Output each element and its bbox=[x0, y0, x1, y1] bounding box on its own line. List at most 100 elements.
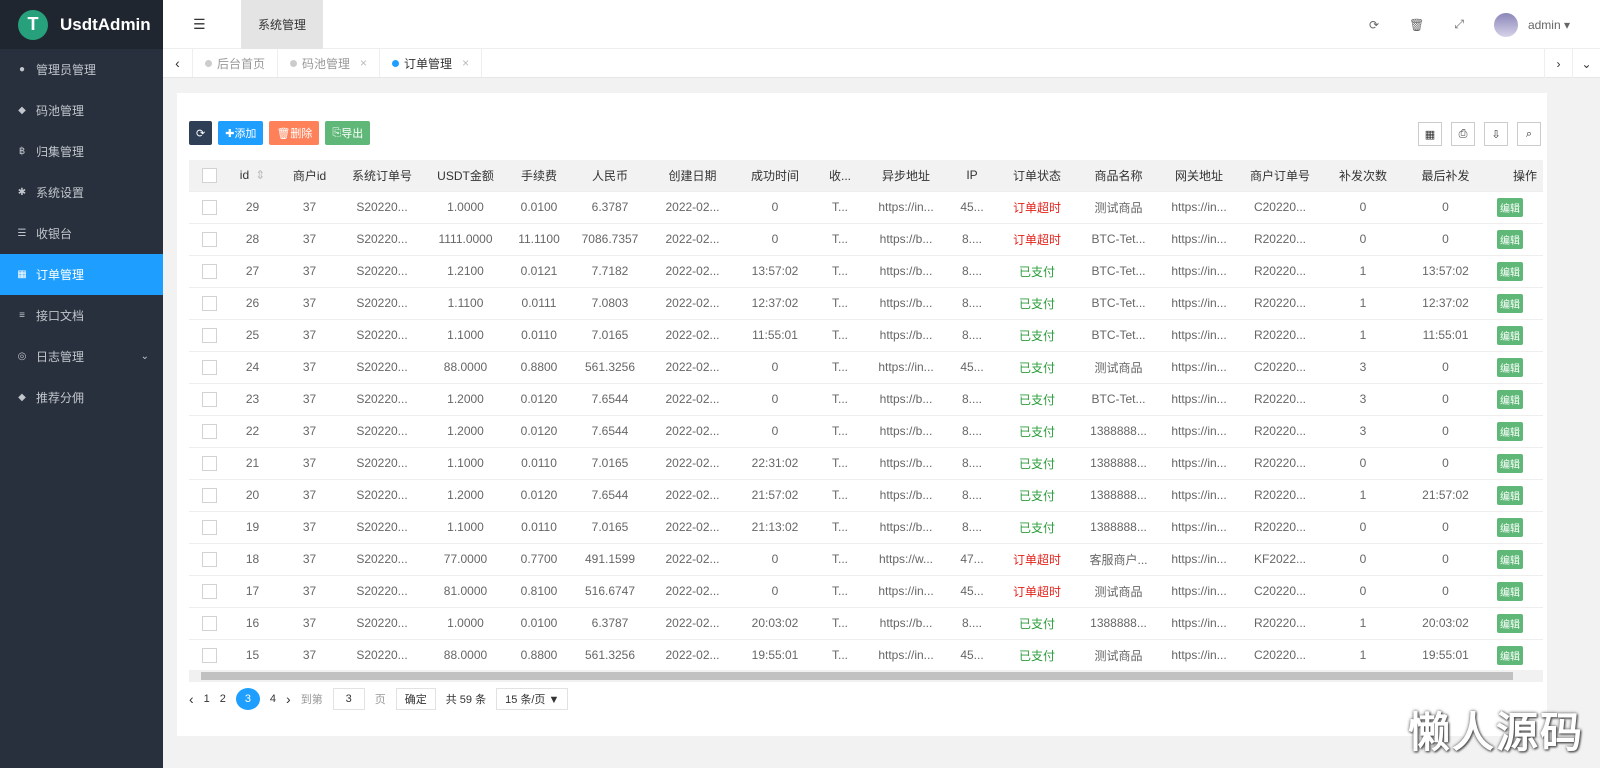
column-header[interactable]: 成功时间 bbox=[733, 160, 817, 191]
sidebar-item-2[interactable]: ฿ 归集管理 bbox=[0, 131, 163, 172]
sidebar-item-8[interactable]: ◆ 推荐分佣 bbox=[0, 377, 163, 418]
table-row[interactable]: 18 37 S20220... 77.0000 0.7700 491.1599 2022-0… bbox=[189, 542, 1543, 575]
refresh-button[interactable]: ⟳ bbox=[189, 121, 213, 145]
row-checkbox[interactable] bbox=[189, 510, 229, 543]
menu-toggle-icon[interactable]: ☰ bbox=[193, 16, 206, 33]
table-row[interactable]: 20 37 S20220... 1.2000 0.0120 7.6544 2022-02..… bbox=[189, 478, 1543, 511]
trash-icon[interactable]: 🗑 bbox=[1409, 18, 1424, 32]
row-checkbox[interactable] bbox=[189, 414, 229, 447]
column-header[interactable]: 商户订单号 bbox=[1240, 160, 1320, 191]
column-header[interactable]: 手续费 bbox=[510, 160, 568, 191]
sidebar-item-7[interactable]: ◎ 日志管理 ⌄ bbox=[0, 336, 163, 377]
row-checkbox[interactable] bbox=[189, 382, 229, 415]
edit-button[interactable]: 编辑 bbox=[1497, 357, 1523, 377]
search-icon[interactable]: ⌕ bbox=[1517, 122, 1541, 146]
tab-1[interactable]: 码池管理 × bbox=[278, 49, 381, 77]
tabs-prev-button[interactable]: ‹ bbox=[163, 49, 193, 77]
column-header[interactable]: 最后补发 bbox=[1406, 160, 1485, 191]
delete-button[interactable]: 🗑 删除 bbox=[269, 121, 320, 145]
edit-button[interactable]: 编辑 bbox=[1497, 293, 1523, 313]
close-icon[interactable]: × bbox=[360, 56, 367, 70]
select-all-checkbox[interactable] bbox=[189, 160, 229, 191]
tabs-menu-button[interactable]: ⌄ bbox=[1572, 49, 1600, 78]
edit-button[interactable]: 编辑 bbox=[1497, 517, 1523, 537]
sidebar-item-0[interactable]: ● 管理员管理 bbox=[0, 49, 163, 90]
user-menu[interactable]: admin ▾ bbox=[1528, 18, 1570, 32]
row-checkbox[interactable] bbox=[189, 446, 229, 479]
column-header[interactable]: 收... bbox=[817, 160, 863, 191]
refresh-icon[interactable]: ⟳ bbox=[1369, 18, 1379, 32]
confirm-button[interactable]: 确定 bbox=[395, 688, 436, 710]
print-icon[interactable]: ⎙ bbox=[1451, 122, 1475, 146]
columns-icon[interactable]: ▦ bbox=[1418, 122, 1442, 146]
add-button[interactable]: ✚ 添加 bbox=[218, 121, 264, 145]
row-checkbox[interactable] bbox=[189, 350, 229, 383]
export-button[interactable]: ⎘ 导出 bbox=[325, 121, 371, 145]
edit-button[interactable]: 编辑 bbox=[1497, 389, 1523, 409]
row-checkbox[interactable] bbox=[189, 222, 229, 255]
sidebar-item-5[interactable]: ▦ 订单管理 bbox=[0, 254, 163, 295]
column-header[interactable]: id ⇕ bbox=[229, 160, 276, 191]
table-row[interactable]: 17 37 S20220... 81.0000 0.8100 516.6747 2022-0… bbox=[189, 574, 1543, 607]
page-2[interactable]: 2 bbox=[220, 693, 226, 705]
table-row[interactable]: 29 37 S20220... 1.0000 0.0100 6.3787 2022-02..… bbox=[189, 190, 1543, 223]
export-icon[interactable]: ⇩ bbox=[1484, 122, 1508, 146]
table-row[interactable]: 15 37 S20220... 88.0000 0.8800 561.3256 2022-0… bbox=[189, 638, 1543, 670]
table-row[interactable]: 19 37 S20220... 1.1000 0.0110 7.0165 2022-02..… bbox=[189, 510, 1543, 543]
edit-button[interactable]: 编辑 bbox=[1497, 325, 1523, 345]
column-header[interactable]: 创建日期 bbox=[652, 160, 733, 191]
row-checkbox[interactable] bbox=[189, 606, 229, 639]
row-checkbox[interactable] bbox=[189, 190, 229, 223]
edit-button[interactable]: 编辑 bbox=[1497, 613, 1523, 633]
logo[interactable]: T UsdtAdmin bbox=[0, 0, 163, 49]
page-4[interactable]: 4 bbox=[270, 693, 276, 705]
next-page-button[interactable]: › bbox=[286, 691, 291, 707]
close-icon[interactable]: × bbox=[462, 56, 469, 70]
edit-button[interactable]: 编辑 bbox=[1497, 261, 1523, 281]
edit-button[interactable]: 编辑 bbox=[1497, 197, 1523, 217]
table-row[interactable]: 24 37 S20220... 88.0000 0.8800 561.3256 2022-0… bbox=[189, 350, 1543, 383]
column-header[interactable]: 商户id bbox=[276, 160, 343, 191]
row-checkbox[interactable] bbox=[189, 286, 229, 319]
table-row[interactable]: 23 37 S20220... 1.2000 0.0120 7.6544 2022-02..… bbox=[189, 382, 1543, 415]
table-row[interactable]: 16 37 S20220... 1.0000 0.0100 6.3787 2022-02..… bbox=[189, 606, 1543, 639]
edit-button[interactable]: 编辑 bbox=[1497, 581, 1523, 601]
page-size-select[interactable]: 15 条/页 ▼ bbox=[496, 688, 569, 710]
edit-button[interactable]: 编辑 bbox=[1497, 485, 1523, 505]
column-header[interactable]: IP bbox=[949, 160, 995, 191]
column-header[interactable]: USDT金额 bbox=[421, 160, 510, 191]
edit-button[interactable]: 编辑 bbox=[1497, 549, 1523, 569]
row-checkbox[interactable] bbox=[189, 478, 229, 511]
sidebar-item-6[interactable]: ≡ 接口文档 bbox=[0, 295, 163, 336]
row-checkbox[interactable] bbox=[189, 574, 229, 607]
column-header[interactable]: 网关地址 bbox=[1158, 160, 1240, 191]
row-checkbox[interactable] bbox=[189, 254, 229, 287]
table-row[interactable]: 25 37 S20220... 1.1000 0.0110 7.0165 2022-02..… bbox=[189, 318, 1543, 351]
sidebar-item-4[interactable]: ☰ 收银台 bbox=[0, 213, 163, 254]
edit-button[interactable]: 编辑 bbox=[1497, 421, 1523, 441]
table-row[interactable]: 27 37 S20220... 1.2100 0.0121 7.7182 2022-02..… bbox=[189, 254, 1543, 287]
avatar[interactable] bbox=[1493, 12, 1518, 37]
tab-0[interactable]: 后台首页 bbox=[193, 49, 279, 77]
edit-button[interactable]: 编辑 bbox=[1497, 453, 1523, 473]
prev-page-button[interactable]: ‹ bbox=[189, 691, 194, 707]
column-header[interactable]: 人民币 bbox=[568, 160, 652, 191]
row-checkbox[interactable] bbox=[189, 542, 229, 575]
goto-page-input[interactable]: 3 bbox=[332, 688, 365, 710]
row-checkbox[interactable] bbox=[189, 318, 229, 351]
edit-button[interactable]: 编辑 bbox=[1497, 229, 1523, 249]
table-row[interactable]: 21 37 S20220... 1.1000 0.0110 7.0165 2022-02..… bbox=[189, 446, 1543, 479]
row-checkbox[interactable] bbox=[189, 638, 229, 670]
table-row[interactable]: 22 37 S20220... 1.2000 0.0120 7.6544 2022-02..… bbox=[189, 414, 1543, 447]
header-tab-system[interactable]: 系统管理 bbox=[241, 0, 323, 49]
column-header[interactable]: 订单状态 bbox=[995, 160, 1079, 191]
tab-2[interactable]: 订单管理 × bbox=[380, 49, 483, 77]
sort-icon[interactable]: ⇕ bbox=[255, 168, 265, 182]
column-header[interactable]: 商品名称 bbox=[1079, 160, 1158, 191]
table-row[interactable]: 28 37 S20220... 1111.0000 11.1100 7086.7357 20… bbox=[189, 222, 1543, 255]
column-header[interactable]: 补发次数 bbox=[1320, 160, 1406, 191]
page-3[interactable]: 3 bbox=[235, 688, 260, 710]
column-header[interactable]: 操作 bbox=[1485, 160, 1543, 191]
tabs-next-button[interactable]: › bbox=[1544, 49, 1572, 78]
edit-button[interactable]: 编辑 bbox=[1497, 645, 1523, 665]
